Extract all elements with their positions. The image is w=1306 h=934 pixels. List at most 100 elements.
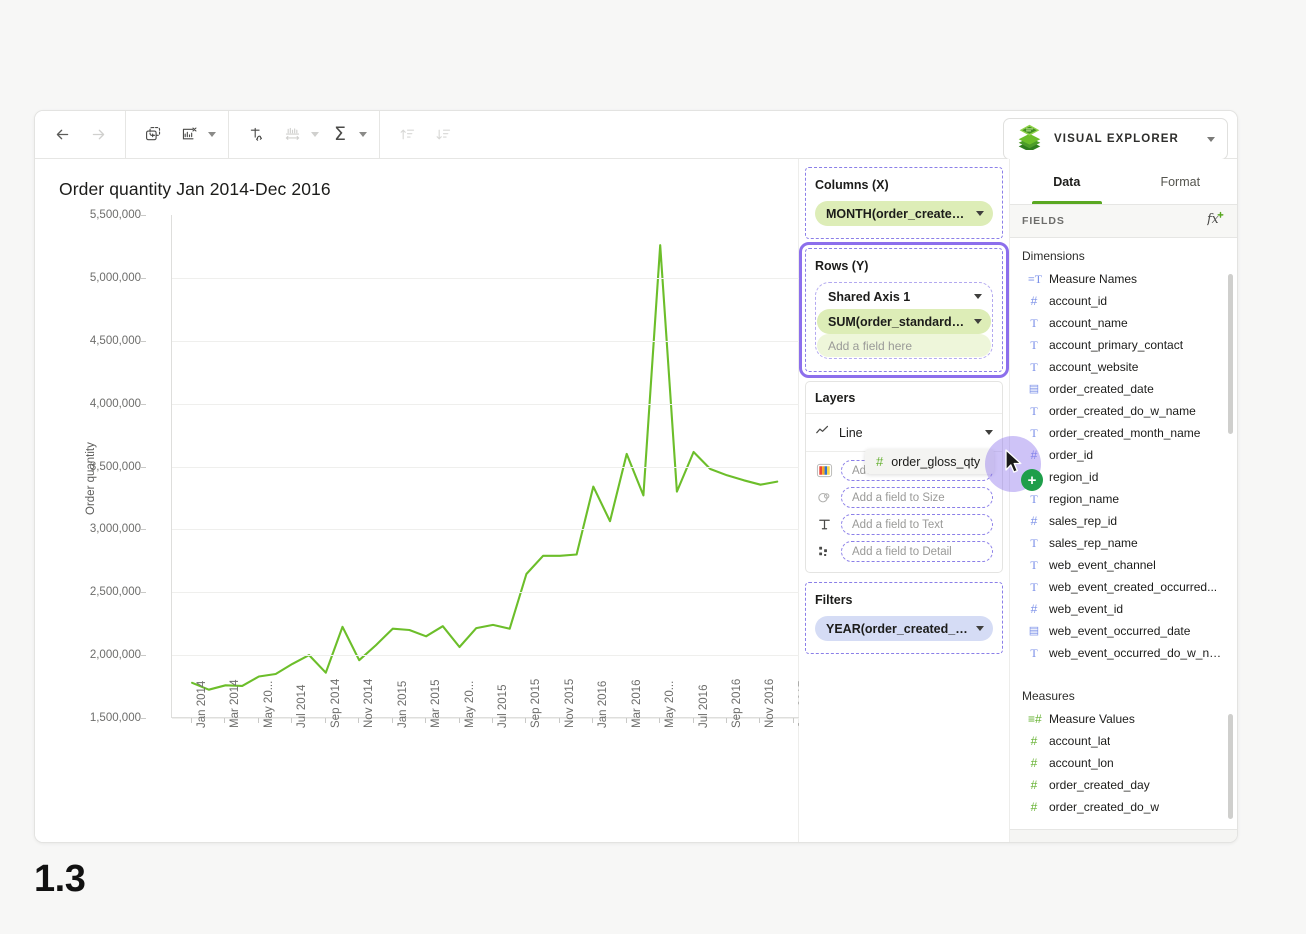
chevron-down-icon[interactable]: [974, 294, 982, 299]
rows-shelf[interactable]: Rows (Y) Shared Axis 1 SUM(order_standar…: [805, 248, 1003, 372]
field-row[interactable]: Tweb_event_created_occurred...: [1010, 576, 1237, 598]
field-row[interactable]: #account_lon: [1010, 752, 1237, 774]
field-row[interactable]: #order_created_day: [1010, 774, 1237, 796]
field-row[interactable]: #account_lat: [1010, 730, 1237, 752]
chevron-down-icon[interactable]: [976, 211, 984, 216]
y-axis-tick-mark: [141, 404, 146, 405]
field-label: web_event_occurred_do_w_na...: [1049, 646, 1225, 660]
dimensions-scrollbar[interactable]: [1228, 274, 1233, 434]
field-row[interactable]: Tweb_event_occurred_do_w_na...: [1010, 642, 1237, 664]
chevron-down-icon[interactable]: [985, 430, 993, 435]
field-row[interactable]: #order_created_do_w: [1010, 796, 1237, 818]
field-row[interactable]: Tweb_event_channel: [1010, 554, 1237, 576]
field-row[interactable]: ▤order_created_date: [1010, 378, 1237, 400]
field-label: order_created_do_w: [1049, 800, 1159, 814]
swap-axes-icon[interactable]: [241, 120, 271, 150]
field-row[interactable]: #region_id: [1010, 466, 1237, 488]
field-row[interactable]: ≡#Measure Values: [1010, 708, 1237, 730]
mark-type-select[interactable]: Line: [806, 414, 1002, 452]
size-icon[interactable]: [815, 488, 834, 507]
totals-caret-icon[interactable]: [359, 132, 367, 137]
fit-width-icon[interactable]: [277, 120, 307, 150]
x-axis-tick-mark: [325, 718, 326, 723]
x-axis-tick-label: Mar 2014: [229, 679, 241, 728]
x-axis-tick-label: May 20...: [464, 681, 476, 728]
field-label: order_created_date: [1049, 382, 1154, 396]
size-drop-target[interactable]: Add a field to Size: [841, 487, 993, 508]
field-row[interactable]: #web_event_id: [1010, 598, 1237, 620]
drag-add-badge: +: [1021, 469, 1043, 491]
x-axis-tick-mark: [525, 718, 526, 723]
plot-area[interactable]: [171, 215, 823, 718]
clear-sheet-icon[interactable]: [174, 120, 204, 150]
field-row[interactable]: Tregion_name: [1010, 488, 1237, 510]
field-label: account_name: [1049, 316, 1128, 330]
tab-format[interactable]: Format: [1124, 159, 1238, 204]
svg-text:fx: fx: [1207, 211, 1219, 226]
visual-explorer-logo-icon: [1016, 123, 1043, 155]
text-icon[interactable]: [815, 515, 834, 534]
mark-card-text: Add a field to Text: [815, 514, 993, 535]
field-row[interactable]: Taccount_website: [1010, 356, 1237, 378]
y-axis-ticks: 5,500,0005,000,0004,500,0004,000,0003,50…: [35, 215, 141, 805]
rows-pill-sum-order-standard-qty[interactable]: SUM(order_standard_qty): [817, 309, 991, 334]
visual-explorer-badge[interactable]: VISUAL EXPLORER: [1003, 118, 1228, 160]
field-row[interactable]: Torder_created_do_w_name: [1010, 400, 1237, 422]
forward-button[interactable]: [83, 120, 113, 150]
detail-drop-target[interactable]: Add a field to Detail: [841, 541, 993, 562]
y-axis-tick-label: 2,500,000: [90, 586, 141, 598]
layers-title: Layers: [806, 382, 1002, 414]
field-row[interactable]: #sales_rep_id: [1010, 510, 1237, 532]
field-row[interactable]: Tsales_rep_name: [1010, 532, 1237, 554]
field-row[interactable]: ≡TMeasure Names: [1010, 268, 1237, 290]
chevron-down-icon[interactable]: [974, 319, 982, 324]
field-row[interactable]: ▤web_event_occurred_date: [1010, 620, 1237, 642]
rows-shared-axis-stack[interactable]: Shared Axis 1 SUM(order_standard_qty) Ad…: [815, 282, 993, 359]
drag-ghost-label: order_gloss_qty: [891, 455, 980, 469]
fields-header-label: FIELDS: [1022, 215, 1207, 227]
field-label: order_created_do_w_name: [1049, 404, 1196, 418]
filters-pill-year[interactable]: YEAR(order_created_date): [815, 616, 993, 641]
field-row[interactable]: Taccount_name: [1010, 312, 1237, 334]
number-icon: #: [1028, 295, 1040, 307]
sort-descending-icon[interactable]: [428, 120, 458, 150]
add-calculation-icon[interactable]: fx: [1207, 210, 1225, 232]
text-icon: T: [1028, 361, 1040, 373]
measures-list[interactable]: ≡#Measure Values#account_lat#account_lon…: [1010, 708, 1237, 843]
number-icon: #: [1028, 603, 1040, 615]
tab-data[interactable]: Data: [1010, 159, 1124, 204]
columns-pill-month[interactable]: MONTH(order_created_d...: [815, 201, 993, 226]
mark-card-detail: Add a field to Detail: [815, 541, 993, 562]
detail-icon[interactable]: [815, 542, 834, 561]
totals-icon[interactable]: Σ: [325, 120, 355, 150]
clear-sheet-caret-icon[interactable]: [208, 132, 216, 137]
sort-ascending-icon[interactable]: [392, 120, 422, 150]
drag-ghost-field: # order_gloss_qty: [865, 449, 994, 474]
measures-scrollbar[interactable]: [1228, 714, 1233, 819]
field-row[interactable]: #order_id: [1010, 444, 1237, 466]
x-axis-tick-label: Jul 2016: [698, 685, 710, 728]
duplicate-sheet-icon[interactable]: [138, 120, 168, 150]
x-axis-tick-label: Jan 2015: [397, 681, 409, 728]
rows-drop-hint[interactable]: Add a field here: [817, 334, 991, 357]
fit-width-caret-icon[interactable]: [311, 132, 319, 137]
x-axis-tick-mark: [191, 718, 192, 723]
app-body: Order quantity Jan 2014-Dec 2016 Order q…: [35, 159, 1237, 843]
filters-shelf[interactable]: Filters YEAR(order_created_date): [805, 582, 1003, 654]
field-row[interactable]: #account_id: [1010, 290, 1237, 312]
columns-shelf[interactable]: Columns (X) MONTH(order_created_d...: [805, 167, 1003, 239]
dimensions-list[interactable]: ≡TMeasure Names#account_idTaccount_nameT…: [1010, 268, 1237, 678]
color-palette-icon[interactable]: [815, 461, 834, 480]
gridline: [172, 655, 823, 656]
chevron-down-icon[interactable]: [1207, 137, 1215, 142]
field-row[interactable]: Torder_created_month_name: [1010, 422, 1237, 444]
text-drop-target[interactable]: Add a field to Text: [841, 514, 993, 535]
field-label: web_event_channel: [1049, 558, 1156, 572]
field-row[interactable]: Taccount_primary_contact: [1010, 334, 1237, 356]
chevron-down-icon[interactable]: [976, 626, 984, 631]
plot-wrapper: Order quantity 5,500,0005,000,0004,500,0…: [35, 215, 800, 805]
back-button[interactable]: [47, 120, 77, 150]
field-label: order_created_day: [1049, 778, 1150, 792]
shared-axis-pill[interactable]: Shared Axis 1: [817, 284, 991, 309]
step-number: 1.3: [34, 858, 85, 901]
